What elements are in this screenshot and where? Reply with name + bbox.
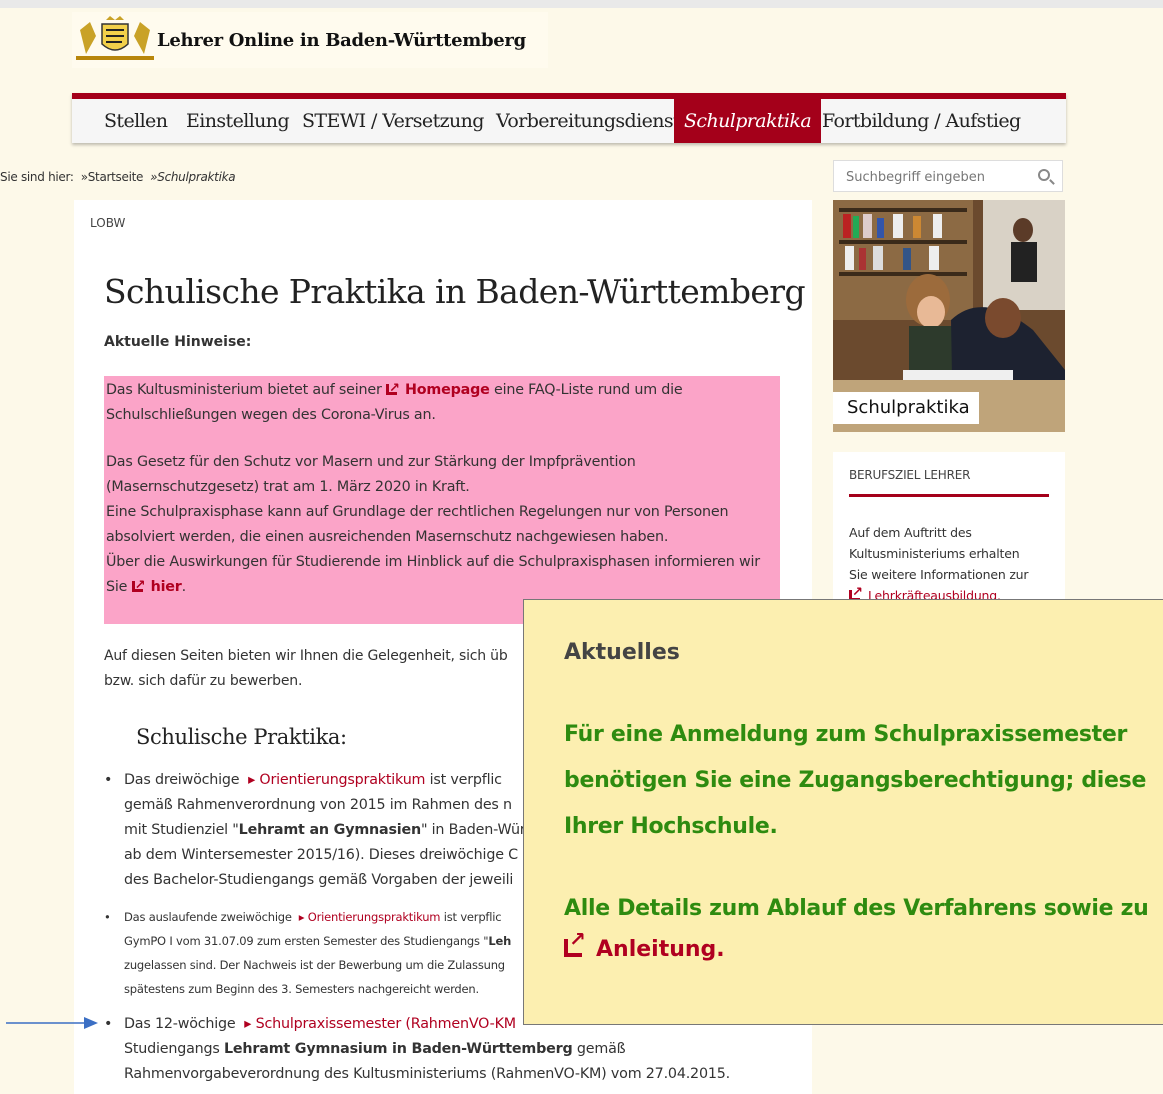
- orientierungspraktikum-old-link[interactable]: ▸ Orientierungspraktikum: [299, 910, 441, 924]
- orientierungspraktikum-link[interactable]: ▸ Orientierungspraktikum: [248, 772, 425, 788]
- teaser-caption: Schulpraktika: [833, 392, 979, 424]
- aktuelles-overlay: Aktuelles Für eine Anmeldung zum Schulpr…: [523, 599, 1163, 1025]
- notice-line: Sie hier.: [106, 573, 186, 600]
- schulpraktika-teaser[interactable]: Schulpraktika: [833, 200, 1065, 432]
- notice-heading: Aktuelle Hinweise:: [104, 334, 252, 350]
- bullet: •: [104, 910, 111, 924]
- top-bar: [0, 0, 1163, 8]
- search-input[interactable]: [844, 166, 1028, 188]
- overlay-line: benötigen Sie eine Zugangsberechtigung; …: [564, 768, 1147, 793]
- external-link-icon: [386, 376, 400, 401]
- breadcrumb-current: »Schulpraktika: [150, 170, 236, 184]
- breadcrumb: Sie sind hier: »Startseite »Schulpraktik…: [0, 170, 236, 184]
- notice-line: Das Kultusministerium bietet auf seiner …: [106, 376, 683, 403]
- coat-of-arms-icon: [76, 16, 154, 60]
- page-title: Schulische Praktika in Baden-Württemberg: [104, 272, 806, 311]
- subheading: Schulische Praktika:: [136, 725, 347, 749]
- anleitung-link[interactable]: Anleitung: [564, 927, 716, 962]
- search-icon[interactable]: [1038, 169, 1050, 181]
- external-link-icon: [564, 927, 586, 957]
- bullet: •: [104, 1016, 113, 1032]
- box-text: Auf dem Auftritt des Kultusministeriums …: [849, 522, 1029, 606]
- bullet: •: [104, 772, 113, 788]
- breadcrumb-home-link[interactable]: »Startseite: [81, 170, 144, 184]
- notice-line: Das Gesetz für den Schutz vor Masern und…: [106, 454, 636, 470]
- nav-item-stewi-versetzung[interactable]: STEWI / Versetzung: [302, 99, 484, 143]
- site-logo[interactable]: Lehrer Online in Baden-Württemberg: [72, 12, 548, 68]
- homepage-link[interactable]: Homepage: [386, 376, 490, 401]
- overlay-line: Ihrer Hochschule.: [564, 814, 778, 839]
- overlay-line: Für eine Anmeldung zum Schulpraxissemest…: [564, 722, 1128, 747]
- notice-line: absolviert werden, die einen ausreichend…: [106, 529, 669, 545]
- overlay-link-line: Anleitung.: [564, 927, 725, 962]
- intro-line: Auf diesen Seiten bieten wir Ihnen die G…: [104, 648, 508, 664]
- notice-line: Schulschließungen wegen des Corona-Virus…: [106, 407, 436, 423]
- overlay-title: Aktuelles: [564, 640, 680, 665]
- site-title: Lehrer Online in Baden-Württemberg: [157, 30, 526, 51]
- box-title: BERUFSZIEL LEHRER: [849, 468, 971, 482]
- nav-item-einstellung[interactable]: Einstellung: [186, 99, 290, 143]
- notice-line: (Masernschutzgesetz) trat am 1. März 202…: [106, 479, 470, 495]
- divider: [849, 494, 1049, 497]
- annotation-arrow-icon: [6, 1017, 98, 1029]
- overlay-line: Alle Details zum Ablauf des Verfahrens s…: [564, 896, 1149, 921]
- notice-box: Das Kultusministerium bietet auf seiner …: [104, 376, 780, 624]
- intro-line: bzw. sich dafür zu bewerben.: [104, 673, 303, 689]
- external-link-icon: [131, 573, 146, 598]
- hier-link[interactable]: hier: [131, 573, 182, 598]
- schulpraxissemester-link[interactable]: ▸ Schulpraxissemester (RahmenVO-KM: [244, 1016, 516, 1032]
- section-label: LOBW: [90, 216, 126, 230]
- search-box: [833, 160, 1063, 192]
- notice-line: Über die Auswirkungen für Studierende im…: [106, 554, 760, 570]
- main-navigation: Stellen Einstellung STEWI / Versetzung V…: [72, 93, 1066, 143]
- berufsziel-box: BERUFSZIEL LEHRER Auf dem Auftritt des K…: [833, 452, 1065, 603]
- nav-item-stellen[interactable]: Stellen: [104, 99, 168, 143]
- nav-item-vorbereitungsdienst[interactable]: Vorbereitungsdienst: [496, 99, 681, 143]
- breadcrumb-prefix: Sie sind hier:: [0, 170, 74, 184]
- notice-line: Eine Schulpraxisphase kann auf Grundlage…: [106, 504, 729, 520]
- nav-item-fortbildung-aufstieg[interactable]: Fortbildung / Aufstieg: [822, 99, 1021, 143]
- nav-item-schulpraktika[interactable]: Schulpraktika: [674, 99, 822, 143]
- background-area: [812, 1040, 1163, 1094]
